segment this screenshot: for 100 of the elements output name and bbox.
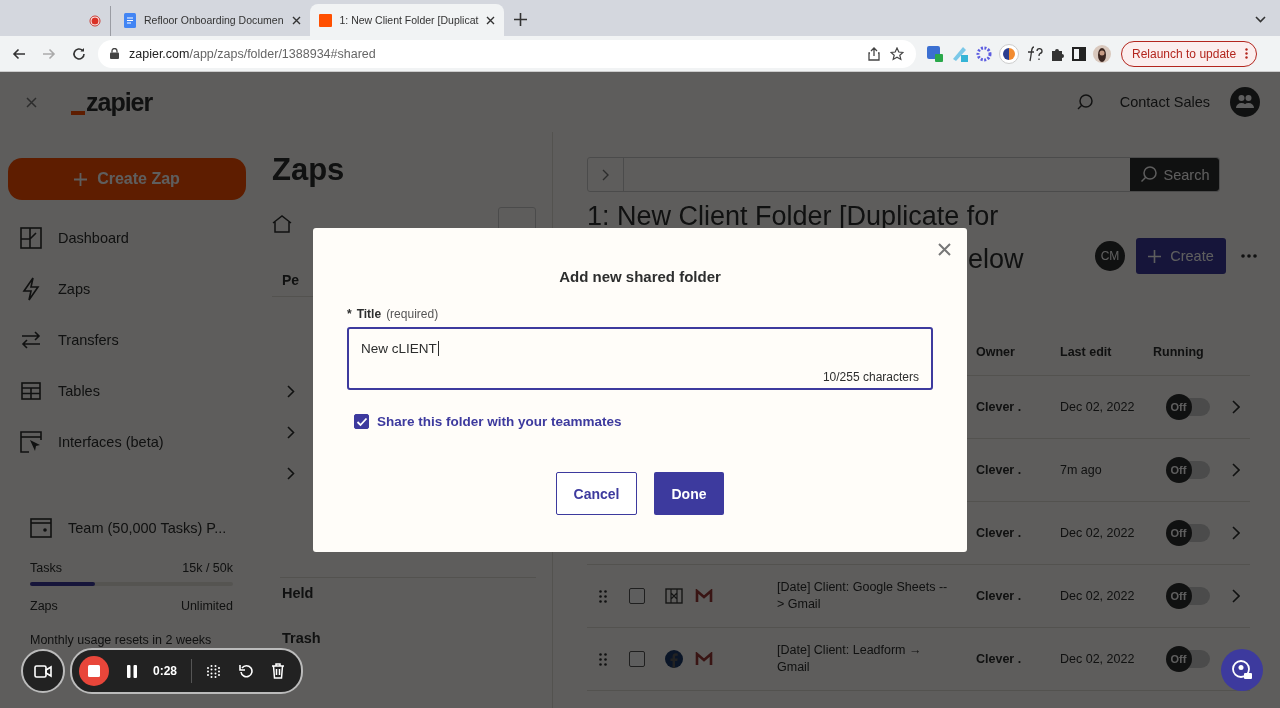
checkbox-label[interactable]: Share this folder with your teammates (377, 414, 622, 429)
lightning-icon (20, 276, 42, 301)
last-edit-date: Dec 02, 2022 (1060, 652, 1135, 666)
cancel-button[interactable]: Cancel (556, 472, 637, 515)
more-icon (1245, 48, 1249, 59)
chevron-right-icon[interactable] (1232, 400, 1240, 414)
folder-heading: elow (968, 244, 1024, 274)
chevron-right-icon[interactable] (1232, 463, 1240, 477)
pause-icon[interactable] (127, 664, 137, 678)
search-icon[interactable] (1075, 93, 1094, 111)
sidebar-item[interactable]: Zaps (8, 263, 255, 314)
extension-icon[interactable] (926, 44, 944, 63)
sidebar-item[interactable]: Tables (8, 365, 255, 416)
title-input-field[interactable]: New cLIENT 10/255 characters (347, 327, 933, 390)
share-checkbox[interactable] (354, 414, 369, 429)
character-counter: 10/255 characters (822, 370, 919, 384)
chevron-right-icon[interactable] (287, 426, 295, 439)
column-header[interactable]: Owner (976, 345, 1060, 359)
stop-button[interactable] (79, 656, 109, 686)
last-edit-date: Dec 02, 2022 (1060, 589, 1135, 603)
trash-icon[interactable] (271, 663, 286, 679)
create-zap-button[interactable]: Create Zap (8, 158, 246, 200)
transfer-icon (20, 330, 42, 349)
browser-tab[interactable]: 1: New Client Folder [Duplicat (309, 4, 505, 36)
recording-time: 0:28 (153, 664, 178, 678)
page-title: Zaps (272, 152, 346, 189)
row-checkbox[interactable] (629, 588, 645, 604)
close-icon[interactable] (486, 15, 496, 25)
spreadsheet-icon (665, 588, 683, 604)
last-edit-date: Dec 02, 2022 (1060, 526, 1135, 540)
row-checkbox[interactable] (629, 651, 645, 667)
support-chat-button[interactable] (1221, 649, 1263, 691)
relaunch-button[interactable]: Relaunch to update (1121, 40, 1258, 67)
sidebar-icon[interactable] (1072, 46, 1086, 61)
restart-icon[interactable] (239, 663, 254, 679)
team-avatar[interactable] (1230, 87, 1260, 117)
column-header[interactable]: Last edit (1060, 345, 1153, 359)
address-bar[interactable]: zapier.com/app/zaps/folder/1388934#shared (98, 39, 916, 68)
share-icon[interactable] (868, 46, 880, 61)
plus-icon (1148, 249, 1162, 263)
chevron-right-icon[interactable] (1232, 589, 1240, 603)
column-header[interactable]: Running (1153, 345, 1222, 359)
chat-person-icon (1231, 659, 1253, 681)
dashboard-icon (20, 226, 42, 249)
chevron-right-icon[interactable] (287, 467, 295, 480)
folder-heading: 1: New Client Folder [Duplicate for (587, 202, 1000, 230)
square-icon (318, 13, 332, 27)
done-button[interactable]: Done (654, 472, 724, 515)
url-text: zapier.com/app/zaps/folder/1388934#shared (129, 46, 376, 61)
required-mark: * (347, 307, 352, 321)
table-icon (20, 381, 42, 400)
function-icon[interactable] (1026, 45, 1044, 62)
record-icon (89, 15, 101, 27)
home-icon[interactable] (272, 215, 292, 233)
zap-name[interactable]: [Date] Client: Leadform → Gmail (777, 642, 950, 676)
plus-icon (74, 172, 88, 186)
dot-grid-icon[interactable] (206, 663, 222, 679)
plan-name[interactable]: Team (50,000 Tasks) P... (68, 520, 227, 536)
browser-tab[interactable]: Refloor Onboarding Documen (115, 4, 310, 36)
sidebar-item[interactable]: Interfaces (beta) (8, 416, 255, 467)
owner-name: Clever . (976, 652, 1022, 666)
star-icon[interactable] (890, 46, 904, 61)
interface-icon (20, 430, 42, 453)
user-avatar: CM (1095, 241, 1125, 271)
field-hint: (required) (386, 307, 439, 321)
profile-avatar[interactable] (1093, 44, 1111, 63)
chevron-right-icon[interactable] (287, 385, 295, 398)
camera-button[interactable] (21, 649, 65, 693)
owner-name: Clever . (976, 589, 1022, 603)
drag-handle-icon[interactable] (599, 652, 607, 666)
close-icon[interactable] (291, 15, 301, 25)
dialog-title: Add new shared folder (558, 268, 722, 285)
envelope-icon (695, 589, 713, 603)
usage-label: Zaps (30, 599, 58, 615)
zap-name[interactable]: [Date] Client: Google Sheets --> Gmail (777, 579, 950, 613)
new-tab-icon[interactable] (514, 13, 528, 26)
reload-icon[interactable] (72, 46, 86, 61)
logo-bar-icon (71, 111, 85, 115)
sidebar-item[interactable]: Transfers (8, 314, 255, 365)
sidebar-item[interactable]: Dashboard (8, 212, 255, 263)
create-button[interactable]: Create (1136, 238, 1226, 274)
last-edit-date: 7m ago (1060, 463, 1102, 477)
more-icon[interactable] (1241, 254, 1257, 258)
extension-icon[interactable] (976, 45, 992, 62)
document-icon (124, 12, 136, 28)
back-icon[interactable] (12, 47, 26, 60)
usage-label: Tasks (30, 561, 62, 577)
chevron-down-icon[interactable] (1255, 16, 1266, 23)
owner-name: Clever . (976, 526, 1022, 540)
camera-icon (34, 664, 52, 678)
contact-sales-link[interactable]: Contact Sales (1119, 94, 1210, 110)
folder-link[interactable]: Trash (272, 623, 536, 668)
logo[interactable]: zapier (86, 89, 153, 115)
folder-link[interactable]: Held (272, 578, 536, 623)
drag-handle-icon[interactable] (599, 589, 607, 603)
last-edit-date: Dec 02, 2022 (1060, 400, 1135, 414)
wallet-icon (30, 518, 52, 538)
puzzle-icon[interactable] (1051, 46, 1065, 61)
chevron-right-icon[interactable] (1232, 526, 1240, 540)
f-circle-icon (665, 650, 683, 668)
